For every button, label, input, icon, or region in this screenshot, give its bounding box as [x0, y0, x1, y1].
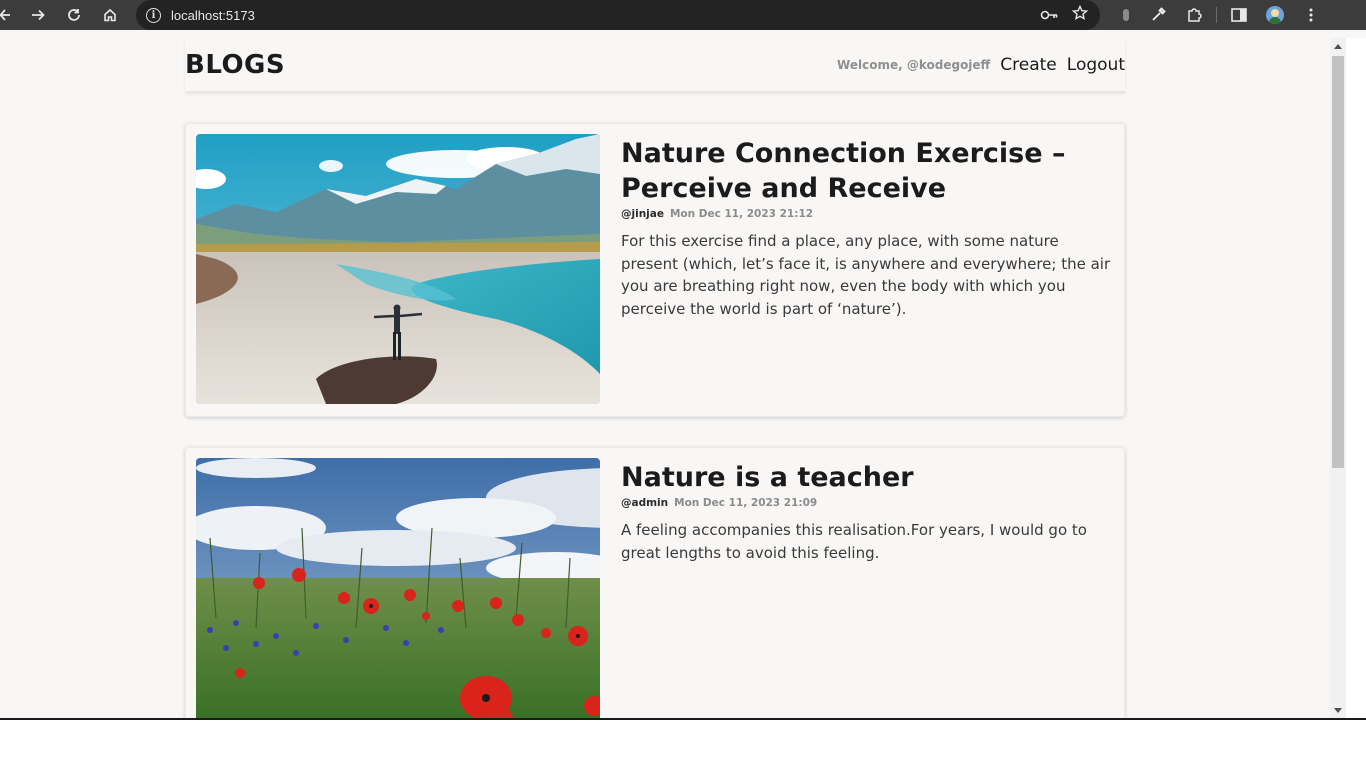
desktop-area [0, 720, 1366, 768]
address-bar[interactable]: i localhost:5173 [136, 0, 1100, 30]
browser-toolbar: i localhost:5173 [0, 0, 1366, 30]
post-content: Nature Connection Exercise – Perceive an… [621, 136, 1116, 320]
post-author: @jinjae [621, 208, 664, 220]
welcome-text: Welcome, @kodegojeff [837, 57, 991, 72]
profile-icon[interactable] [1257, 0, 1293, 30]
app-header: BLOGS Welcome, @kodegojeff Create Logout [185, 38, 1125, 92]
create-link[interactable]: Create [1000, 55, 1057, 75]
page-scrollbar[interactable] [1330, 38, 1346, 718]
home-icon[interactable] [92, 0, 128, 30]
header-nav: Welcome, @kodegojeff Create Logout [837, 55, 1125, 75]
post-author: @admin [621, 497, 669, 509]
post-content: Nature is a teacher @admin Mon Dec 11, 2… [621, 460, 1116, 564]
blog-card[interactable]: Nature is a teacher @admin Mon Dec 11, 2… [185, 447, 1125, 718]
url-text[interactable]: localhost:5173 [171, 8, 255, 23]
post-image-poppy-field[interactable] [196, 458, 600, 718]
side-panel-icon[interactable] [1221, 0, 1257, 30]
scroll-up-icon[interactable] [1334, 44, 1342, 49]
scrollbar-thumb[interactable] [1332, 56, 1344, 468]
logout-link[interactable]: Logout [1067, 55, 1125, 75]
puzzle-icon[interactable] [1176, 0, 1212, 30]
toolbar-divider [1216, 7, 1217, 23]
post-date: Mon Dec 11, 2023 21:12 [669, 208, 814, 220]
post-meta: @jinjae Mon Dec 11, 2023 21:12 [621, 208, 1116, 220]
scroll-down-icon[interactable] [1334, 708, 1342, 713]
eyedropper-icon[interactable] [1140, 0, 1176, 30]
back-icon[interactable] [0, 0, 18, 30]
post-date: Mon Dec 11, 2023 21:09 [674, 497, 818, 509]
post-excerpt: For this exercise find a place, any plac… [621, 232, 1111, 318]
reload-icon[interactable] [56, 0, 92, 30]
star-icon[interactable] [1071, 4, 1089, 25]
page-viewport: BLOGS Welcome, @kodegojeff Create Logout [0, 38, 1330, 718]
brand-logo[interactable]: BLOGS [185, 50, 285, 80]
extension-icon[interactable] [1112, 0, 1140, 30]
post-image-mountain-river[interactable] [196, 134, 600, 404]
forward-icon[interactable] [20, 0, 56, 30]
post-title[interactable]: Nature Connection Exercise – Perceive an… [621, 136, 1116, 206]
site-info-icon[interactable]: i [146, 7, 161, 23]
post-meta: @admin Mon Dec 11, 2023 21:09 [621, 497, 1116, 509]
post-title[interactable]: Nature is a teacher [621, 460, 1116, 495]
blog-card[interactable]: Nature Connection Exercise – Perceive an… [185, 123, 1125, 417]
post-excerpt: A feeling accompanies this realisation.F… [621, 521, 1087, 562]
page-top-strip [0, 30, 1366, 38]
key-icon[interactable] [1040, 6, 1058, 25]
menu-icon[interactable] [1293, 0, 1329, 30]
